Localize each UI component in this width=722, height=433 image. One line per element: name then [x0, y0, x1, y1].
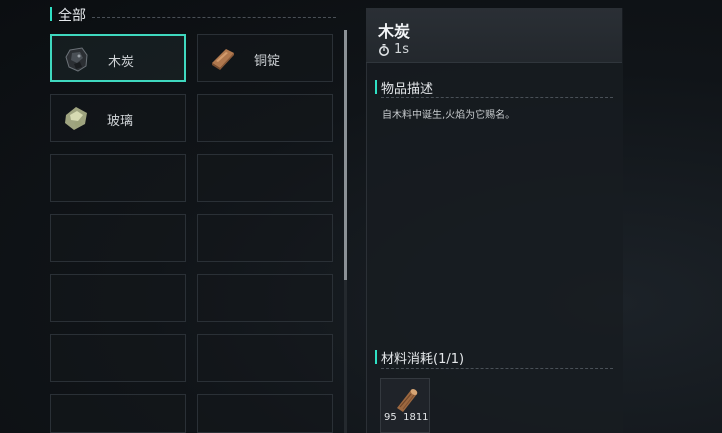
charcoal-icon: [65, 47, 88, 72]
description-divider: [381, 97, 613, 98]
category-divider: [92, 17, 336, 18]
empty-slot[interactable]: [50, 274, 186, 322]
material-quantity: 95 1811: [384, 412, 429, 423]
item-description: 自木料中诞生,火焰为它赐名。: [382, 110, 516, 121]
item-slot-glass[interactable]: 玻璃: [50, 94, 186, 142]
grid-scrollbar-thumb[interactable]: [344, 30, 347, 280]
empty-slot[interactable]: [50, 394, 186, 433]
description-title: 物品描述: [381, 82, 434, 97]
category-header[interactable]: 全部: [50, 4, 336, 24]
description-accent-bar: [375, 80, 377, 94]
empty-slot[interactable]: [197, 154, 333, 202]
empty-slot[interactable]: [197, 394, 333, 433]
item-name: 木炭: [108, 55, 135, 70]
empty-slot[interactable]: [50, 334, 186, 382]
empty-slot[interactable]: [50, 154, 186, 202]
category-label: 全部: [58, 8, 86, 24]
item-slot-charcoal[interactable]: 木炭: [50, 34, 186, 82]
glass-icon: [65, 107, 87, 130]
materials-accent-bar: [375, 350, 377, 364]
timer-icon: [379, 44, 389, 56]
category-accent-bar: [50, 7, 52, 21]
item-name: 铜锭: [254, 54, 281, 69]
wood-log-icon: [397, 389, 418, 412]
empty-slot[interactable]: [197, 334, 333, 382]
material-have: 95: [384, 412, 397, 423]
empty-slot[interactable]: [197, 94, 333, 142]
copper-ingot-icon: [212, 49, 234, 70]
material-slot[interactable]: [380, 378, 430, 433]
materials-divider: [381, 368, 613, 369]
item-slot-copper-ingot[interactable]: 铜锭: [197, 34, 333, 82]
empty-slot[interactable]: [197, 274, 333, 322]
item-detail-panel: [366, 8, 623, 433]
empty-slot[interactable]: [50, 214, 186, 262]
item-title: 木炭: [378, 22, 411, 41]
materials-title: 材料消耗(1/1): [381, 352, 465, 367]
craft-time: 1s: [394, 42, 410, 57]
material-need: 1811: [403, 412, 429, 423]
item-name: 玻璃: [107, 114, 134, 129]
empty-slot[interactable]: [197, 214, 333, 262]
